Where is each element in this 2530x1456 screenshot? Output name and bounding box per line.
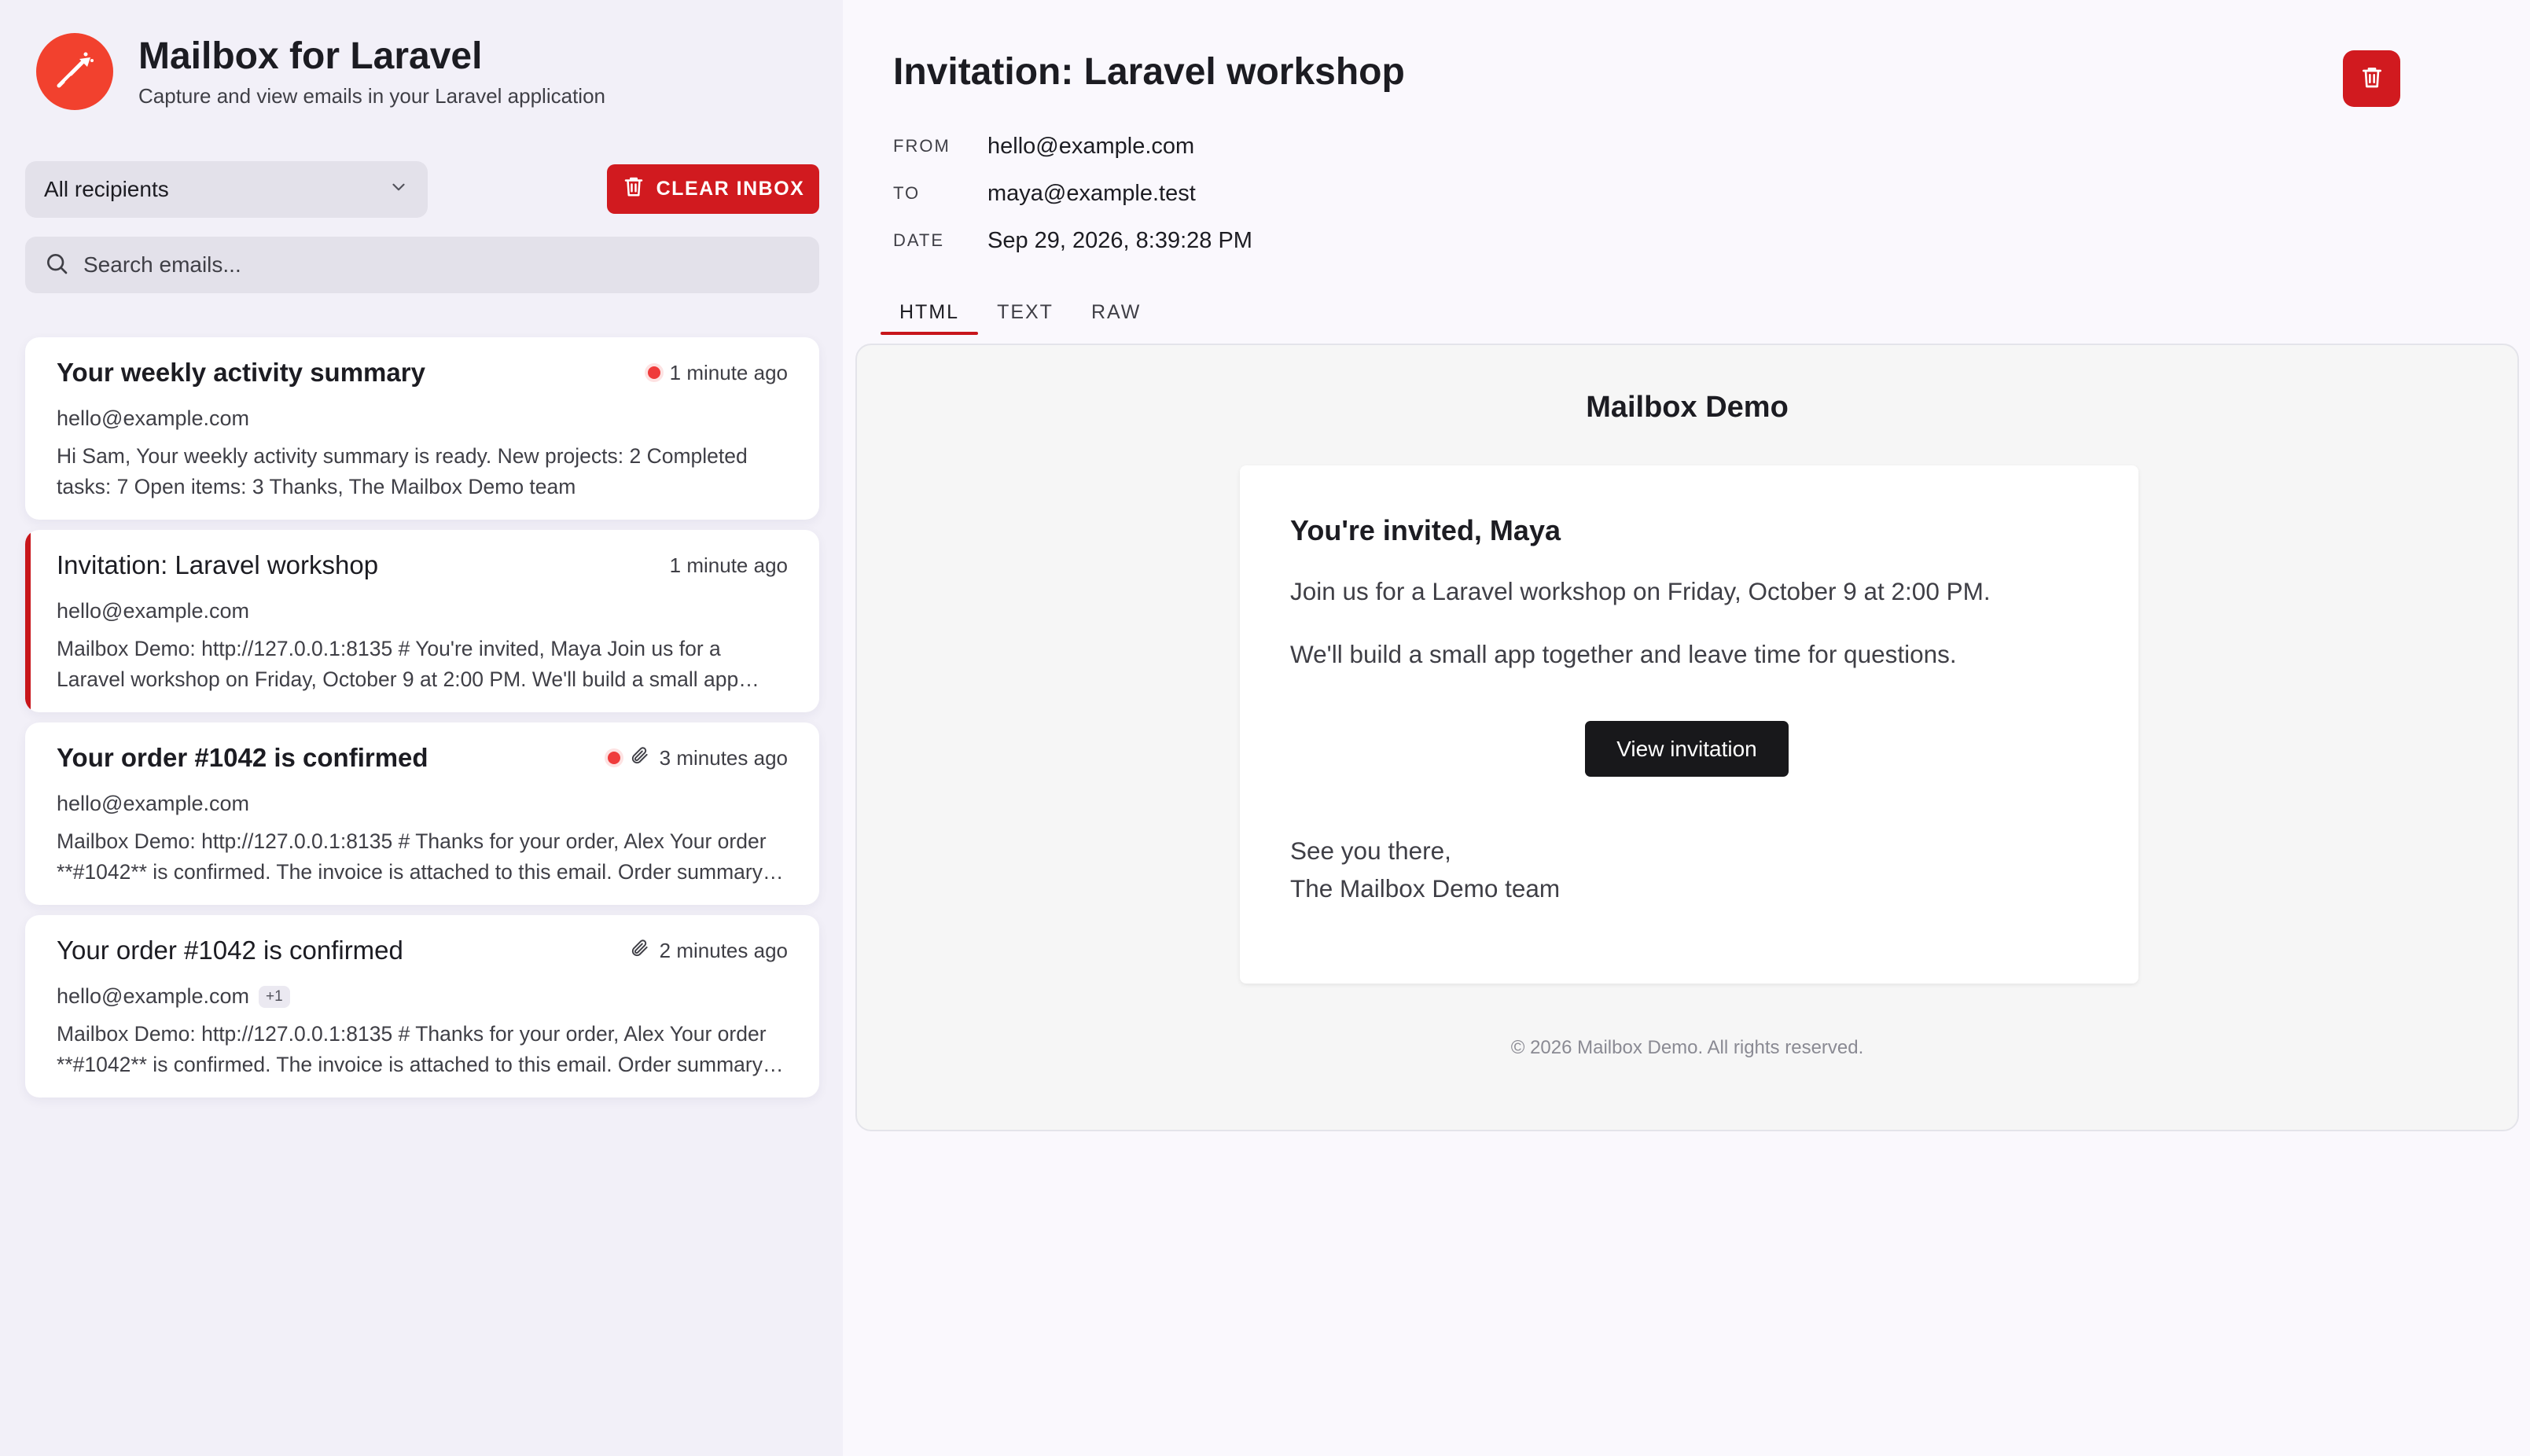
from-value: hello@example.com — [987, 133, 1195, 159]
email-paragraph: We'll build a small app together and lea… — [1290, 640, 1957, 668]
email-time: 3 minutes ago — [659, 745, 788, 770]
email-from: hello@example.com — [57, 599, 250, 623]
extra-recipients-badge: +1 — [259, 985, 290, 1008]
chevron-down-icon — [388, 177, 409, 203]
from-row: FROM hello@example.com — [893, 123, 1252, 170]
view-tabs: HTML TEXT RAW — [881, 291, 1160, 335]
delete-email-button[interactable] — [2343, 50, 2400, 107]
email-preview: Mailbox Demo: http://127.0.0.1:8135 # Th… — [57, 1022, 767, 1076]
to-label: TO — [893, 183, 921, 203]
email-subject: Your order #1042 is confirmed — [57, 936, 403, 965]
tab-text[interactable]: TEXT — [978, 291, 1072, 333]
trash-icon — [2359, 64, 2385, 94]
email-preview: Hi Sam, Your weekly activity summary is … — [57, 444, 748, 498]
to-value: maya@example.test — [987, 180, 1196, 206]
email-subject: Your order #1042 is confirmed — [57, 743, 428, 772]
email-subject: Your weekly activity summary — [57, 358, 425, 387]
signoff-line: See you there, — [1290, 836, 1451, 865]
from-label: FROM — [893, 136, 951, 156]
unread-dot-icon — [607, 752, 620, 764]
date-value: Sep 29, 2026, 8:39:28 PM — [987, 227, 1252, 253]
email-detail-subject: Invitation: Laravel workshop — [893, 51, 1405, 93]
tab-html[interactable]: HTML — [881, 291, 979, 335]
email-list-item[interactable]: Your order #1042 is confirmed 2 minutes … — [25, 915, 819, 1098]
app-subtitle: Capture and view emails in your Laravel … — [138, 84, 605, 108]
email-from: hello@example.com — [57, 406, 250, 430]
email-preview: Mailbox Demo: http://127.0.0.1:8135 # Yo… — [57, 637, 739, 691]
clear-inbox-label: CLEAR INBOX — [656, 178, 805, 200]
paperclip-icon — [630, 745, 650, 771]
mailbox-logo-icon — [36, 33, 113, 110]
email-paragraph: Join us for a Laravel workshop on Friday… — [1290, 577, 1991, 605]
email-headers: FROM hello@example.com TO maya@example.t… — [893, 123, 1252, 264]
email-list-item-selected[interactable]: Invitation: Laravel workshop 1 minute ag… — [25, 530, 819, 712]
clear-inbox-button[interactable]: CLEAR INBOX — [607, 164, 819, 214]
email-list: Your weekly activity summary 1 minute ag… — [25, 337, 819, 1108]
email-time: 1 minute ago — [669, 553, 788, 577]
email-detail-pane: Invitation: Laravel workshop FROM hello@… — [843, 0, 2530, 1456]
email-footer: © 2026 Mailbox Demo. All rights reserved… — [1510, 1037, 1864, 1058]
to-row: TO maya@example.test — [893, 170, 1252, 217]
email-body-card: You're invited, Maya Join us for a Larav… — [1240, 465, 2138, 984]
brand-header: Mailbox for Laravel Capture and view ema… — [36, 33, 605, 110]
sidebar: Mailbox for Laravel Capture and view ema… — [0, 0, 843, 1456]
search-box[interactable] — [25, 237, 819, 293]
recipient-filter-value: All recipients — [44, 177, 169, 201]
unread-dot-icon — [647, 366, 660, 379]
date-label: DATE — [893, 230, 945, 250]
tab-raw[interactable]: RAW — [1072, 291, 1160, 333]
email-preview: Mailbox Demo: http://127.0.0.1:8135 # Th… — [57, 829, 767, 884]
html-preview-frame: Mailbox Demo You're invited, Maya Join u… — [855, 344, 2519, 1131]
trash-icon — [622, 175, 645, 204]
email-from: hello@example.com — [57, 984, 250, 1008]
email-from: hello@example.com — [57, 792, 250, 815]
search-icon — [44, 251, 69, 280]
email-brand-heading: Mailbox Demo — [1586, 391, 1789, 424]
email-time: 1 minute ago — [669, 360, 788, 384]
email-greeting: You're invited, Maya — [1290, 514, 1561, 546]
email-subject: Invitation: Laravel workshop — [57, 550, 379, 579]
email-list-item[interactable]: Your order #1042 is confirmed 3 minutes … — [25, 722, 819, 905]
search-input[interactable] — [83, 252, 800, 278]
date-row: DATE Sep 29, 2026, 8:39:28 PM — [893, 217, 1252, 264]
email-signoff: See you there, The Mailbox Demo team — [1290, 832, 1560, 907]
recipient-filter-select[interactable]: All recipients — [25, 161, 428, 218]
paperclip-icon — [630, 938, 650, 964]
app-title: Mailbox for Laravel — [138, 35, 483, 77]
view-invitation-button[interactable]: View invitation — [1585, 721, 1789, 777]
signoff-line: The Mailbox Demo team — [1290, 874, 1561, 903]
email-time: 2 minutes ago — [659, 938, 788, 962]
email-list-item[interactable]: Your weekly activity summary 1 minute ag… — [25, 337, 819, 520]
